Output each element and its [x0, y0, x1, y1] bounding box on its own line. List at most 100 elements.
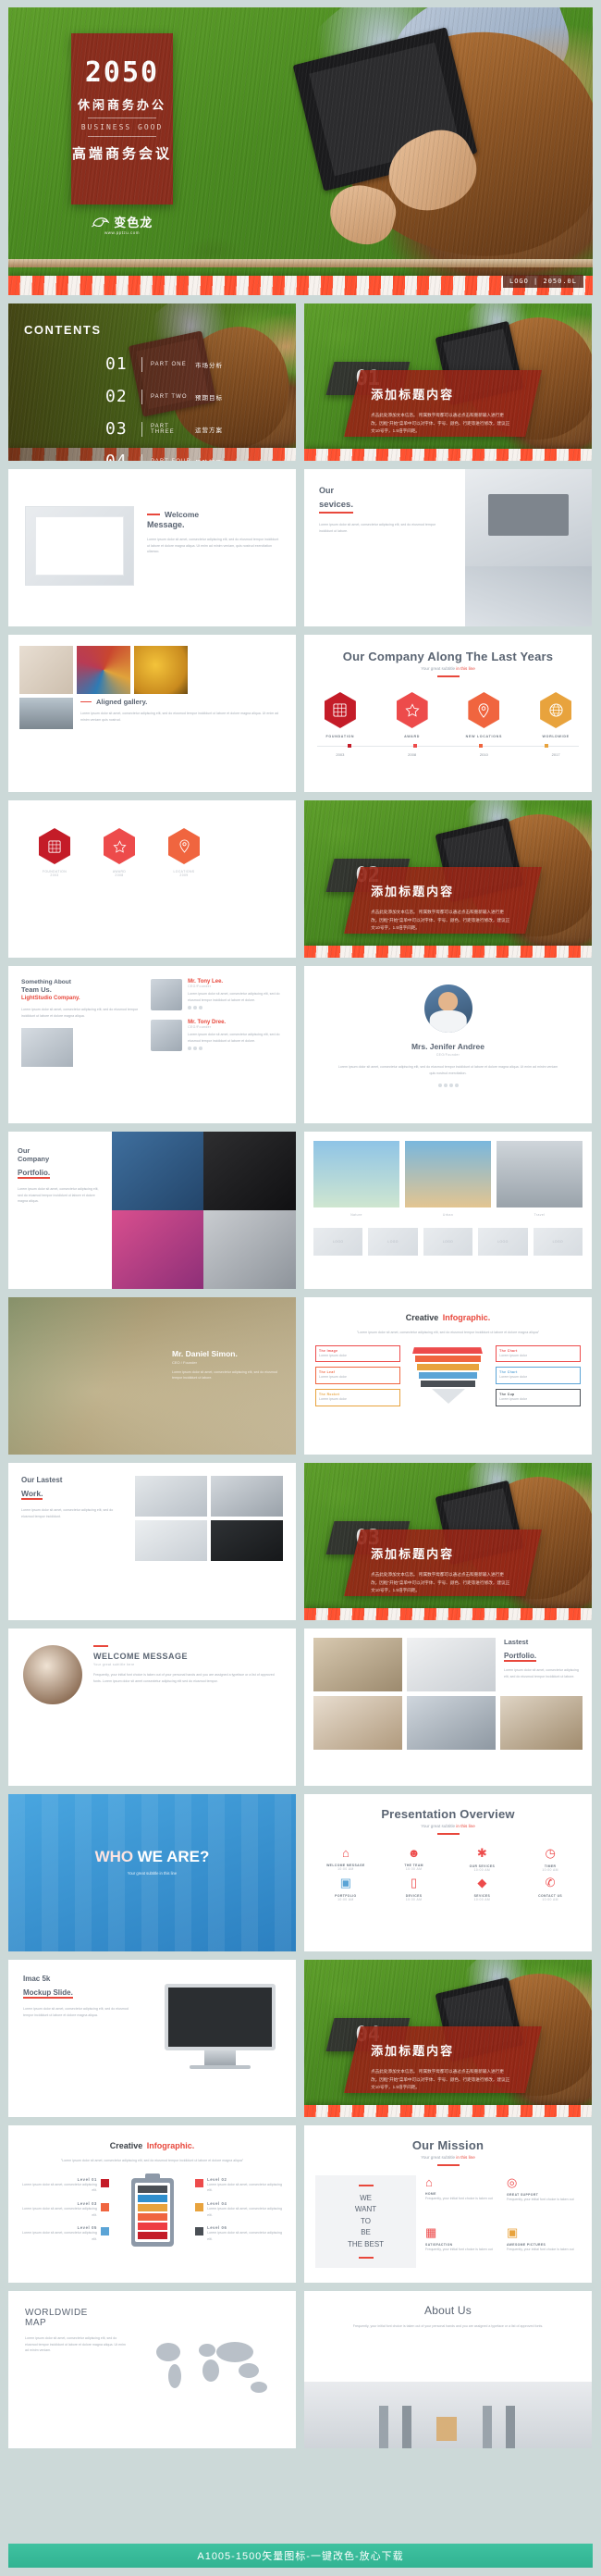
info1-item[interactable]: The Chart Lorem ipsum dolor: [496, 1367, 581, 1384]
slide-welcome-message[interactable]: Welcome Message. Lorem ipsum dolor sit a…: [8, 469, 296, 626]
info1-item[interactable]: The Chart Lorem ipsum dolor: [496, 1344, 581, 1363]
work-thumb[interactable]: [211, 1520, 283, 1561]
portfolio-tile[interactable]: [111, 1210, 204, 1289]
leg-shape: [378, 2406, 388, 2448]
toc-item[interactable]: 01 PART ONE 市场分析: [105, 354, 223, 374]
overview-item[interactable]: ☻ THE TEAM 10:00 AM: [382, 1846, 447, 1872]
social-links[interactable]: [304, 1084, 592, 1088]
services-title-a: Our: [319, 486, 335, 495]
slide-section-03[interactable]: 03 添加标题内容 点击此处添加文本信息。 所属数字母都可以通过点击和重新输入进…: [304, 1463, 592, 1620]
gallery-photo[interactable]: [497, 1141, 583, 1208]
portfolio-photo[interactable]: [500, 1696, 583, 1750]
slide-creative-infographic-2[interactable]: Creative Infographic. "Lorem ipsum dolor…: [8, 2125, 296, 2283]
level-item[interactable]: Level 01 Lorem ipsum dolor sit amet, cons…: [18, 2177, 109, 2194]
slide-daniel[interactable]: Mr. Daniel Simon. CEO / Founder Lorem ip…: [8, 1297, 296, 1455]
slide-section-02[interactable]: 02 添加标题内容 点击此处添加文本信息。 所属数字母都可以通过点击和重新输入进…: [304, 800, 592, 958]
coffee-photo: [23, 1645, 82, 1704]
info1-item[interactable]: The Image Lorem ipsum dolor: [315, 1344, 400, 1363]
slide-our-mission[interactable]: Our Mission Your great subtitle in this …: [304, 2125, 592, 2283]
slide-title[interactable]: 2050 休闲商务办公 BUSINESS GOOD 高端商务会议 变色龙 www…: [8, 7, 593, 295]
mission-item[interactable]: ⌂ HOME Frequently, your initial font cho…: [425, 2175, 499, 2218]
portfolio-photo[interactable]: [313, 1696, 403, 1750]
milestone-item[interactable]: WORLDWIDE: [528, 692, 583, 738]
milestone-item[interactable]: NEW LOCATIONS: [456, 692, 511, 738]
level-body: Lorem ipsum dolor sit amet, consectetur …: [207, 2207, 282, 2217]
level-item[interactable]: Level 06 Lorem ipsum dolor sit amet, cons…: [195, 2225, 287, 2242]
slide-section-04[interactable]: 04 添加标题内容 点击此处添加文本信息。 所属数字母都可以通过点击和重新输入进…: [304, 1960, 592, 2117]
services-title-b: sevices.: [319, 500, 353, 514]
slide-creative-infographic-1[interactable]: Creative Infographic. "Lorem ipsum dolor…: [304, 1297, 592, 1455]
slide-imac[interactable]: Imac 5k Mockup Slide. Lorem ipsum dolor …: [8, 1960, 296, 2117]
level-item[interactable]: Level 02 Lorem ipsum dolor sit amet, cons…: [195, 2177, 287, 2194]
social-links[interactable]: [188, 1006, 283, 1010]
funnel-graphic: [408, 1347, 487, 1405]
team-member-card[interactable]: Mr. Tony Lee. CEO/Founder Lorem ipsum do…: [151, 979, 283, 1010]
stat-item[interactable]: AWARD 2008: [93, 828, 145, 877]
slide-about-us[interactable]: About Us Frequently, your initial font c…: [304, 2291, 592, 2448]
toc-list: 01 PART ONE 市场分析 02 PART TWO 预期目标 03 PAR…: [105, 354, 223, 461]
slide-presentation-overview[interactable]: Presentation Overview Your great subtitl…: [304, 1794, 592, 1951]
overview-item[interactable]: ✆ CONTACT US 10:00 AM: [518, 1876, 583, 1901]
slide-lastest-work[interactable]: Our Lastest Work. Lorem ipsum dolor sit …: [8, 1463, 296, 1620]
info1-item[interactable]: The Leaf Lorem ipsum dolor: [315, 1367, 400, 1384]
slide-aligned-gallery[interactable]: Aligned gallery. Lorem ipsum dolor sit a…: [8, 635, 296, 792]
toc-item[interactable]: 03 PART THREE 运营方案: [105, 419, 223, 439]
portfolio-photo[interactable]: [313, 1638, 403, 1691]
info1-body: Lorem ipsum dolor: [319, 1353, 347, 1357]
picture-icon: ▣: [339, 1876, 352, 1889]
social-links[interactable]: [188, 1046, 283, 1051]
timeline-dot: [413, 744, 418, 748]
slide-welcome-message-2[interactable]: WELCOME MESSAGE Your great subtitle here…: [8, 1629, 296, 1786]
toc-number: 01: [105, 354, 128, 374]
overview-item[interactable]: ✱ OUR SEVICES 10:00 AM: [450, 1846, 515, 1872]
slide-our-services[interactable]: Our sevices. Lorem ipsum dolor sit amet,…: [304, 469, 592, 626]
slide-worldwide-map[interactable]: WORLDWIDE MAP Lorem ipsum dolor sit amet…: [8, 2291, 296, 2448]
slide-row-6: Something About Team Us. LightStudio Com…: [8, 966, 593, 1123]
stat-item[interactable]: LOCATIONS 2009: [158, 828, 210, 877]
work-thumb[interactable]: [135, 1476, 208, 1517]
home-icon: ⌂: [341, 1846, 350, 1860]
level-item[interactable]: Level 03 Lorem ipsum dolor sit amet, cons…: [18, 2201, 109, 2218]
slide-stats[interactable]: FOUNDATION 2003 AWARD 2008 LOCATIONS 200…: [8, 800, 296, 958]
portfolio-tile[interactable]: [111, 1132, 204, 1210]
slide-row-8: Mr. Daniel Simon. CEO / Founder Lorem ip…: [8, 1297, 593, 1455]
milestone-item[interactable]: FOUNDATION: [313, 692, 368, 738]
slide-company-years[interactable]: Our Company Along The Last Years Your gr…: [304, 635, 592, 792]
mission-item[interactable]: ▣ AWESOME PICTURES Frequently, your init…: [507, 2225, 581, 2268]
gallery-photo[interactable]: [405, 1141, 491, 1208]
gallery-photo[interactable]: [313, 1141, 399, 1208]
overview-item[interactable]: ⌂ WELCOME MESSAGE 10:00 AM: [313, 1846, 378, 1872]
portfolio-tile[interactable]: [203, 1132, 296, 1210]
overview-item[interactable]: ◆ SEVICES 10:00 AM: [450, 1876, 515, 1901]
work-thumb[interactable]: [135, 1520, 208, 1561]
slide-team[interactable]: Something About Team Us. LightStudio Com…: [8, 966, 296, 1123]
toc-item[interactable]: 04 PART FOUR 风险管理: [105, 452, 223, 461]
toc-label-en: PART THREE: [151, 423, 175, 435]
overview-item[interactable]: ▣ PORTFOLIO 10:00 AM: [313, 1876, 378, 1901]
slide-lastest-portfolio[interactable]: Lastest Portfolio. Lorem ipsum dolor sit…: [304, 1629, 592, 1786]
daniel-role: CEO / Founder: [172, 1360, 197, 1365]
team-member-card[interactable]: Mr. Tony Dree. CEO/Founder Lorem ipsum d…: [151, 1020, 283, 1051]
portfolio-photo[interactable]: [407, 1696, 497, 1750]
portfolio-tile[interactable]: [203, 1210, 296, 1289]
slide-profile[interactable]: Mrs. Jenifer Andree CEO/Founder Lorem ip…: [304, 966, 592, 1123]
info1-item[interactable]: The Rocket Lorem ipsum dolor: [315, 1388, 400, 1406]
work-thumb[interactable]: [211, 1476, 283, 1517]
overview-item[interactable]: ▯ DEVICES 10:00 AM: [382, 1876, 447, 1901]
info1-item[interactable]: The Cup Lorem ipsum dolor: [496, 1388, 581, 1406]
slide-contents[interactable]: CONTENTS 01 PART ONE 市场分析 02 PART TWO 预期…: [8, 303, 296, 461]
portfolio-photo[interactable]: [407, 1638, 497, 1691]
slide-portfolio[interactable]: Our Company Portfolio. Lorem ipsum dolor…: [8, 1132, 296, 1289]
toc-item[interactable]: 02 PART TWO 预期目标: [105, 387, 223, 406]
slide-gallery[interactable]: Nature Urban Travel LOGO LOGO LOGO LOGO …: [304, 1132, 592, 1289]
milestone-item[interactable]: AWARD: [385, 692, 440, 738]
slide-who-we-are[interactable]: WHO WE ARE? Your great subtitle in this …: [8, 1794, 296, 1951]
mission-item[interactable]: ▦ SATISFACTION Frequently, your initial …: [425, 2225, 499, 2268]
overview-item[interactable]: ◷ TIMER 10:00 AM: [518, 1846, 583, 1872]
mission-item[interactable]: ◎ GREAT SUPPORT Frequently, your initial…: [507, 2175, 581, 2218]
level-item[interactable]: Level 05 Lorem ipsum dolor sit amet, cons…: [18, 2225, 109, 2242]
level-item[interactable]: Level 04 Lorem ipsum dolor sit amet, cons…: [195, 2201, 287, 2218]
stat-item[interactable]: FOUNDATION 2003: [29, 828, 80, 877]
slide-section-01[interactable]: 01 添加标题内容 点击此处添加文本信息。 所属数字母都可以通过点击和重新输入进…: [304, 303, 592, 461]
footer-banner[interactable]: A1005-1500矢量图标-一键改色-放心下载: [8, 2544, 593, 2568]
